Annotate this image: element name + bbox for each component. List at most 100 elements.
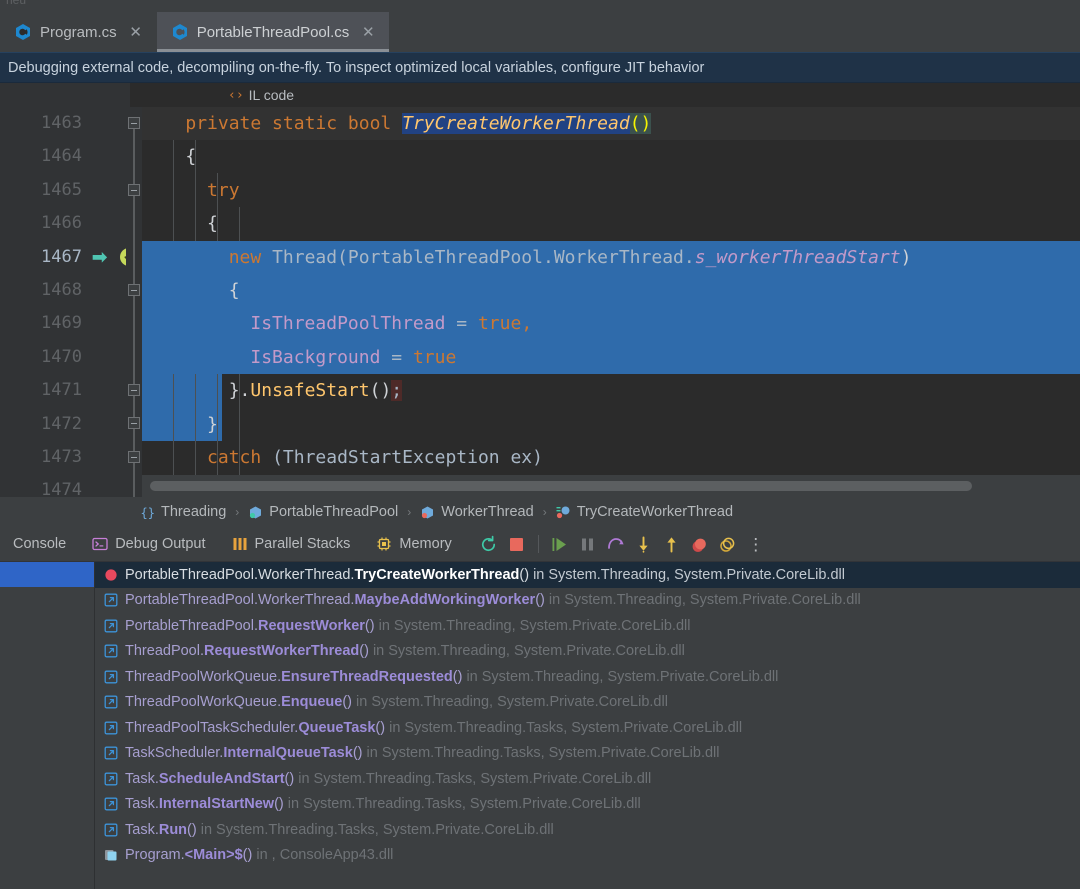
- call-stack-frame[interactable]: ThreadPoolWorkQueue.Enqueue() in System.…: [95, 690, 1080, 716]
- code-text-area[interactable]: private static bool TryCreateWorkerThrea…: [142, 107, 1080, 497]
- breadcrumb-item-workerthread[interactable]: WorkerThread: [420, 504, 533, 520]
- call-stack-frame[interactable]: Task.Run() in System.Threading.Tasks, Sy…: [95, 817, 1080, 843]
- frame-namespace: TaskScheduler.: [125, 745, 223, 761]
- code-editor: ‹› IL code 1463 1464 1465 1466 1467 1468…: [0, 83, 1080, 497]
- terminal-icon: [92, 536, 108, 552]
- breadcrumb-item-trycreateworkerthread[interactable]: TryCreateWorkerThread: [556, 504, 733, 520]
- call-stack-frame[interactable]: ThreadPoolWorkQueue.EnsureThreadRequeste…: [95, 664, 1080, 690]
- csharp-file-icon: [171, 23, 189, 41]
- code-token-error: ;: [391, 380, 402, 401]
- frame-namespace: Task.: [125, 771, 159, 787]
- resume-button[interactable]: [546, 530, 574, 558]
- call-stack-frame[interactable]: Program.<Main>$() in , ConsoleApp43.dll: [95, 843, 1080, 869]
- thread-row-selected[interactable]: [0, 562, 94, 587]
- step-into-button[interactable]: [630, 530, 658, 558]
- code-token: ,: [521, 313, 532, 334]
- code-token: true: [413, 347, 456, 368]
- pause-button[interactable]: [574, 530, 602, 558]
- breadcrumb-item-portablethreadpool[interactable]: PortableThreadPool: [248, 504, 398, 520]
- step-over-button[interactable]: [602, 530, 630, 558]
- line-number: 1472: [0, 408, 82, 441]
- frame-location: in System.Threading, System.Private.Core…: [375, 618, 691, 634]
- code-line-1472[interactable]: }: [142, 408, 1080, 441]
- call-stack-frame[interactable]: ThreadPool.RequestWorkerThread() in Syst…: [95, 639, 1080, 665]
- frame-method: <Main>$: [185, 847, 243, 863]
- external-frame-icon: [104, 746, 118, 760]
- call-stack-pane[interactable]: PortableThreadPool.WorkerThread.TryCreat…: [95, 562, 1080, 889]
- more-options-button[interactable]: ⋮: [742, 530, 770, 558]
- external-frame-icon: [104, 823, 118, 837]
- fold-toggle[interactable]: [128, 284, 140, 296]
- code-line-1464[interactable]: {: [142, 140, 1080, 173]
- code-line-1463[interactable]: private static bool TryCreateWorkerThrea…: [142, 107, 1080, 140]
- csharp-file-icon: [14, 23, 32, 41]
- class-icon: [420, 505, 435, 520]
- user-frame-icon: [104, 848, 118, 862]
- breadcrumb-item-threading[interactable]: {} Threading: [140, 504, 226, 520]
- breadcrumb-label: Threading: [161, 504, 226, 520]
- frame-namespace: Task.: [125, 822, 159, 838]
- editor-horizontal-scrollbar[interactable]: [142, 475, 1080, 497]
- code-line-1465[interactable]: try: [142, 174, 1080, 207]
- fold-toggle[interactable]: [128, 184, 140, 196]
- code-line-1468[interactable]: {: [142, 274, 1080, 307]
- editor-tab-program-cs[interactable]: Program.cs ✕: [0, 12, 157, 52]
- frame-namespace: PortableThreadPool.WorkerThread.: [125, 567, 354, 583]
- code-token-property: IsThreadPoolThread: [250, 313, 445, 334]
- step-out-button[interactable]: [658, 530, 686, 558]
- fold-toggle[interactable]: [128, 417, 140, 429]
- code-line-1471[interactable]: }.UnsafeStart();: [142, 374, 1080, 407]
- code-line-1467[interactable]: new Thread(PortableThreadPool.WorkerThre…: [142, 241, 1080, 274]
- fold-toggle[interactable]: [128, 384, 140, 396]
- external-frame-icon: [104, 772, 118, 786]
- window-top-sliver: neu: [0, 0, 1080, 12]
- il-code-toggle[interactable]: ‹› IL code: [228, 83, 294, 107]
- decompile-notification-bar[interactable]: Debugging external code, decompiling on-…: [0, 52, 1080, 83]
- frame-method: Enqueue: [281, 694, 342, 710]
- fold-toggle[interactable]: [128, 451, 140, 463]
- code-token: (): [370, 380, 392, 401]
- code-line-1466[interactable]: {: [142, 207, 1080, 240]
- code-token-field: s_workerThreadStart: [695, 247, 901, 268]
- editor-gutter[interactable]: 1463 1464 1465 1466 1467 1468 1469 1470 …: [0, 107, 130, 497]
- fold-region-line: [133, 123, 135, 497]
- tab-memory[interactable]: Memory: [363, 527, 464, 562]
- rerun-button[interactable]: [475, 530, 503, 558]
- close-icon[interactable]: ✕: [361, 25, 375, 40]
- call-stack-frame[interactable]: Task.ScheduleAndStart() in System.Thread…: [95, 766, 1080, 792]
- code-token-method: UnsafeStart: [250, 380, 369, 401]
- external-frame-icon: [104, 721, 118, 735]
- call-stack-frame[interactable]: PortableThreadPool.RequestWorker() in Sy…: [95, 613, 1080, 639]
- fold-toggle[interactable]: [128, 117, 140, 129]
- run-to-cursor-button[interactable]: [686, 530, 714, 558]
- tab-debug-output[interactable]: Debug Output: [79, 527, 218, 562]
- stop-button[interactable]: [503, 530, 531, 558]
- frame-location: in , ConsoleApp43.dll: [252, 847, 393, 863]
- line-number: 1468: [0, 274, 82, 307]
- threads-pane[interactable]: [0, 562, 95, 889]
- code-line-1469[interactable]: IsThreadPoolThread = true,: [142, 307, 1080, 340]
- frame-parens: (): [453, 669, 463, 685]
- breadcrumb-label: TryCreateWorkerThread: [577, 504, 733, 520]
- call-stack-frame[interactable]: Task.InternalStartNew() in System.Thread…: [95, 792, 1080, 818]
- scrollbar-thumb[interactable]: [150, 481, 972, 491]
- code-token: }.: [229, 380, 251, 401]
- line-number: 1474: [0, 474, 82, 497]
- frame-parens: (): [342, 694, 352, 710]
- tab-parallel-stacks[interactable]: Parallel Stacks: [219, 527, 364, 562]
- breadcrumb-separator: ›: [235, 505, 239, 519]
- code-line-1470[interactable]: IsBackground = true: [142, 341, 1080, 374]
- call-stack-frame[interactable]: PortableThreadPool.WorkerThread.TryCreat…: [95, 562, 1080, 588]
- editor-tab-portablethreadpool-cs[interactable]: PortableThreadPool.cs ✕: [157, 12, 390, 52]
- code-line-1473[interactable]: catch (ThreadStartException ex): [142, 441, 1080, 474]
- frame-parens: (): [243, 847, 253, 863]
- line-number: 1464: [0, 140, 82, 173]
- call-stack-frame[interactable]: ThreadPoolTaskScheduler.QueueTask() in S…: [95, 715, 1080, 741]
- evaluate-expression-button[interactable]: [714, 530, 742, 558]
- tab-console[interactable]: Console: [0, 527, 79, 562]
- call-stack-frame[interactable]: PortableThreadPool.WorkerThread.MaybeAdd…: [95, 588, 1080, 614]
- frame-parens: (): [274, 796, 284, 812]
- frame-location: in System.Threading, System.Private.Core…: [369, 643, 685, 659]
- close-icon[interactable]: ✕: [129, 25, 143, 40]
- call-stack-frame[interactable]: TaskScheduler.InternalQueueTask() in Sys…: [95, 741, 1080, 767]
